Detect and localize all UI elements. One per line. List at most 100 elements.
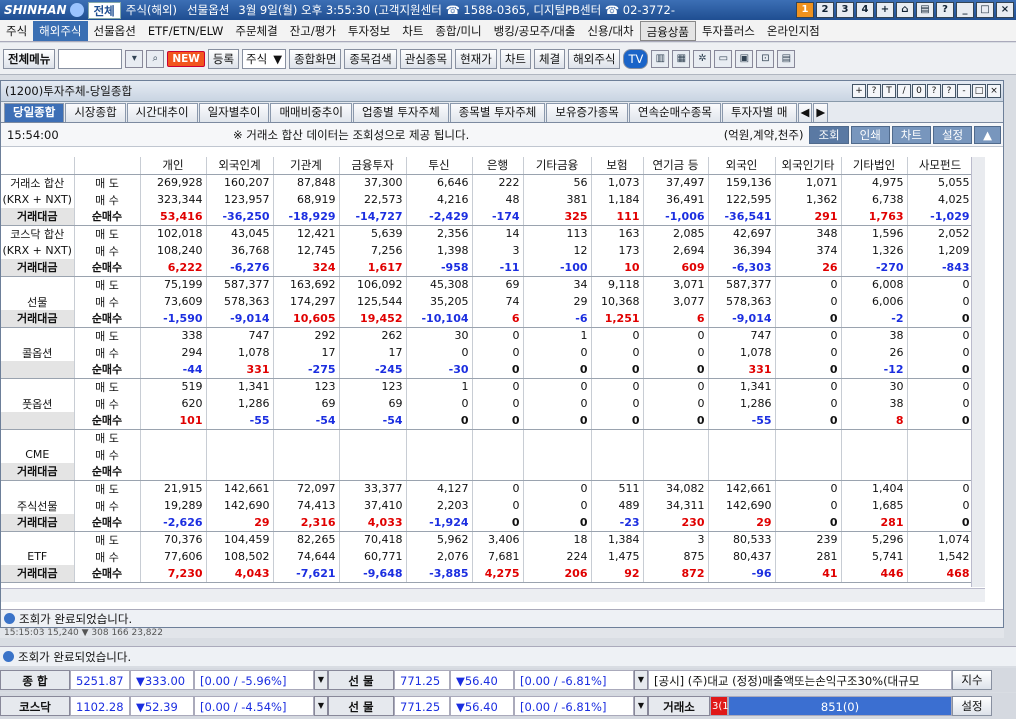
menu-credit[interactable]: 신용/대차 [581,21,639,41]
table-row[interactable]: 코스닥 합산 매 도 102,018 43,045 12,421 5,639 2,356 14… [1,225,974,242]
table-row[interactable]: 거래대금 순매수 -2,626 29 2,316 4,033 -1,924 0 0 -23 230 2… [1,514,974,532]
tab-all[interactable]: 전체 [87,1,121,19]
tab-market-summary[interactable]: 시장종합 [65,103,126,122]
tab-scroll-right-icon[interactable]: ▶ [813,103,829,122]
table-row[interactable]: 콜옵션 매 수 294 1,078 17 17 0 0 0 0 0 1,078 0 26 0 [1,344,974,361]
table-row[interactable]: 순매수 -44 331 -275 -245 -30 0 0 0 0 331 0 -12 0 [1,361,974,379]
tab-futures-options[interactable]: 선물옵션 [182,2,234,19]
tab-trade-ratio[interactable]: 매매비중추이 [270,103,352,122]
tab-daily-summary[interactable]: 당일종합 [4,103,65,122]
help-icon[interactable]: ? [936,2,954,18]
menu-order[interactable]: 주문체결 [229,21,283,41]
table-row[interactable]: 매 도 21,915 142,661 72,097 33,377 4,127 0 0 511 34… [1,480,974,497]
screen-1-button[interactable]: 1 [796,2,814,18]
slash-icon[interactable]: / [897,84,911,98]
tab-daily-trend[interactable]: 일자별추이 [198,103,270,122]
tv-button[interactable]: TV [623,48,649,69]
table-row[interactable]: 거래대금 순매수 6,222 -6,276 324 1,617 -958 -11 -100 10 6… [1,259,974,277]
column-header[interactable]: 기타금융 [523,157,592,175]
chevron-down-icon[interactable]: ▼ [314,696,328,716]
chevron-down-icon[interactable]: ▼ [634,696,648,716]
table-row[interactable]: 거래대금 순매수 -1,590 -9,014 10,605 19,452 -10,104 6-… [1,310,974,328]
column-header[interactable]: 금융투자 [339,157,407,175]
lock-icon[interactable]: ⊡ [756,49,775,68]
question-icon[interactable]: ? [942,84,956,98]
column-header[interactable]: 외국인 [708,157,776,175]
table-row[interactable]: 거래소 합산 매 도 269,928 160,207 87,848 37,300 6,646… [1,174,974,191]
gear-icon[interactable]: ✲ [693,49,712,68]
tab-stock-investor[interactable]: 종목별 투자주체 [449,103,546,122]
menu-mini[interactable]: 종합/미니 [429,21,487,41]
tab-scroll-left-icon[interactable]: ◀ [797,103,813,122]
screen-number-input[interactable] [58,48,123,69]
menu-finance-products[interactable]: 금융상품 [639,20,696,41]
close-icon[interactable]: × [987,84,1001,98]
column-header[interactable]: 투신 [406,157,473,175]
column-header[interactable]: 기타법인 [841,157,908,175]
layout-icon[interactable]: ▦ [672,49,691,68]
star-icon[interactable]: ? [927,84,941,98]
zero-icon[interactable]: 0 [912,84,926,98]
table-row[interactable]: 거래대금 순매수 7,230 4,043 -7,621 -9,648 -3,885 4,275… [1,565,974,583]
close-icon[interactable]: × [996,2,1014,18]
table-row[interactable]: (KRX + NXT) 매 수 108,240 36,768 12,745 7,256 1,… [1,242,974,259]
table-row[interactable]: 거래대금 순매수 [1,463,974,481]
overseas-stock-button[interactable]: 해외주식 [568,48,621,69]
column-header[interactable]: 개인 [140,157,207,175]
help-icon[interactable]: ? [867,84,881,98]
tab-time-trend[interactable]: 시간대추이 [126,103,198,122]
maximize-icon[interactable]: □ [976,2,994,18]
window-icon[interactable]: ▭ [714,49,733,68]
table-row[interactable]: 매 도 75,199 587,377 163,692 106,092 45,308 69 34… [1,276,974,293]
table-row[interactable]: 선물 매 수 73,609 578,363 174,297 125,544 35,205 74… [1,293,974,310]
stock-type-select[interactable]: 주식 ▼ [242,48,287,69]
minimize-icon[interactable]: _ [956,2,974,18]
menu-chart[interactable]: 차트 [396,21,429,41]
table-row[interactable]: 매 도 519 1,341 123 123 1 0 0 0 0 1,341 0 30 0 [1,378,974,395]
chart-button[interactable]: 차트 [891,125,931,144]
print-icon[interactable]: ▤ [916,2,934,18]
table-row[interactable]: 매 도 338 747 292 262 30 0 1 0 0 747 0 38 0 [1,327,974,344]
link-icon[interactable]: + [852,84,866,98]
screen-3-button[interactable]: 3 [836,2,854,18]
column-header[interactable]: 외국인기타 [775,157,842,175]
tab-investor-trade[interactable]: 투자자별 매 [721,103,797,122]
menu-overseas[interactable]: 해외주식 [33,20,88,41]
folder-icon[interactable]: ▤ [777,49,796,68]
query-button[interactable]: 조회 [809,125,849,144]
table-row[interactable]: 풋옵션 매 수 620 1,286 69 69 0 0 0 0 0 1,286 0 38 0 [1,395,974,412]
settings-button[interactable]: 설정 [932,125,973,144]
save-icon[interactable]: ▣ [735,49,754,68]
add-screen-button[interactable]: + [876,2,894,18]
tab-holding-increase[interactable]: 보유증가종목 [546,103,628,122]
table-row[interactable]: (KRX + NXT) 매 수 323,344 123,957 68,919 22,573… [1,191,974,208]
table-row[interactable]: 순매수 101 -55 -54 -54 0 0 0 0 0 -55 0 8 0 [1,412,974,430]
text-icon[interactable]: T [882,84,896,98]
column-header[interactable]: 은행 [472,157,524,175]
tab-sector-investor[interactable]: 업종별 투자주체 [352,103,449,122]
dropdown-icon[interactable]: ▾ [125,49,144,68]
print-button[interactable]: 인쇄 [850,125,890,144]
horizontal-scrollbar[interactable] [1,588,985,602]
index-button[interactable]: 지수 [952,670,992,690]
menu-etf[interactable]: ETF/ETN/ELW [142,21,230,41]
menu-invest-plus[interactable]: 투자플러스 [696,21,761,41]
column-header[interactable]: 사모펀드 [907,157,974,175]
screen-4-button[interactable]: 4 [856,2,874,18]
chevron-down-icon[interactable]: ▼ [314,670,328,690]
current-price-button[interactable]: 현재가 [455,48,497,69]
chart-button[interactable]: 차트 [499,48,531,69]
maximize-icon[interactable]: □ [972,84,986,98]
execution-button[interactable]: 체결 [533,48,566,69]
tab-consecutive-buy[interactable]: 연속순매수종목 [628,103,721,122]
table-row[interactable]: 주식선물 매 수 19,289 142,690 74,413 37,410 2,203 0 0 4… [1,497,974,514]
menu-banking[interactable]: 뱅킹/공모주/대출 [488,21,582,41]
printer-icon[interactable]: ▥ [651,49,670,68]
column-header[interactable]: 보험 [591,157,644,175]
news-ticker[interactable]: [공시] (주)대교 (정정)매출액또는손익구조30%(대규모 [648,670,952,690]
table-row[interactable]: CME 매 수 [1,446,974,463]
minimize-icon[interactable]: - [957,84,971,98]
menu-online-branch[interactable]: 온라인지점 [761,21,826,41]
table-row[interactable]: 거래대금 순매수 53,416 -36,250 -18,929 -14,727 -2,429… [1,208,974,226]
table-row[interactable]: 매 도 [1,429,974,446]
